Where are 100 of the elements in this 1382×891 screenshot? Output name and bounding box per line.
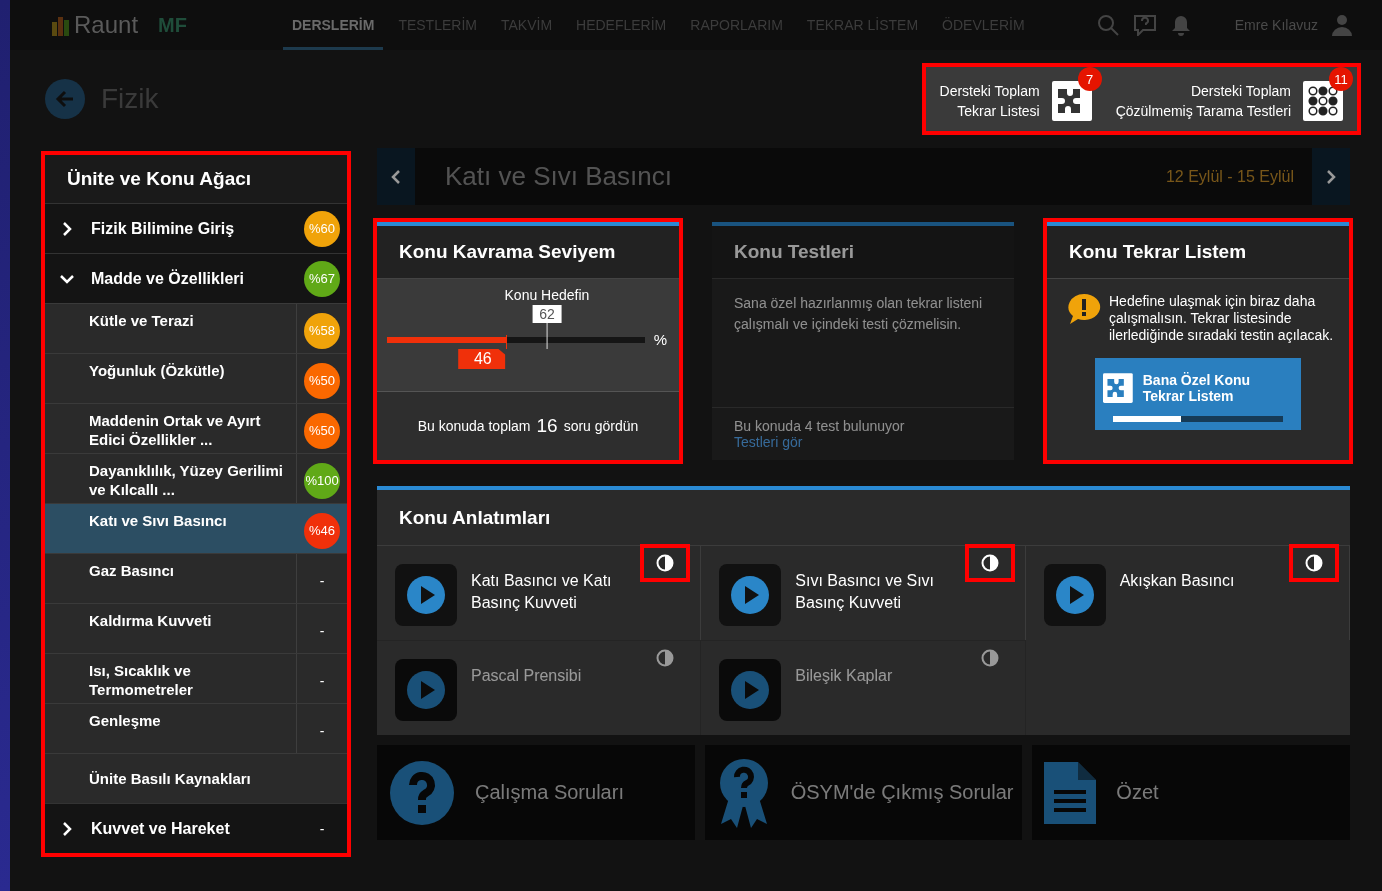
play-icon: [730, 575, 771, 615]
card-title: Konu Testleri: [712, 226, 1014, 279]
play-tile[interactable]: [719, 564, 782, 626]
card-text: Sana özel hazırlanmış olan tekrar listeni çalışmalı ve içindeki testi çözmelisin.: [733, 294, 984, 334]
topic-row[interactable]: Katı ve Sıvı Basıncı %46: [45, 503, 347, 553]
score-badge: %50: [304, 412, 340, 449]
section-label: MF: [158, 13, 187, 37]
lecture-item[interactable]: Sıvı Basıncı ve Sıvı Basınç Kuvveti: [701, 545, 1026, 640]
score-badge: %50: [304, 362, 340, 399]
lecture-title: Sıvı Basıncı ve Sıvı Basınç Kuvveti: [795, 571, 936, 613]
lecture-title: Bileşik Kaplar: [795, 666, 894, 686]
unit-label: Fizik Bilimine Giriş: [91, 219, 236, 238]
score-badge: %67: [304, 260, 340, 297]
document-icon: [1044, 761, 1097, 824]
topic-title: Katı ve Sıvı Basıncı: [444, 161, 673, 192]
lecture-item[interactable]: Bileşik Kaplar: [701, 640, 1026, 735]
panel-title: Konu Anlatımları: [398, 505, 552, 530]
score-badge: %60: [304, 210, 340, 247]
lecture-title: Pascal Prensibi: [471, 666, 583, 686]
seen-text: Bu konuda toplam: [417, 418, 531, 434]
unit-row[interactable]: Madde ve Özellikleri %67: [45, 253, 347, 303]
chevron-left-icon: [391, 169, 401, 184]
topic-row[interactable]: Dayanıklılık, Yüzey Gerilimi ve Kılcallı ... %100: [45, 453, 347, 503]
topic-label: Maddenin Ortak ve Ayırt Edici Özellikler ...: [88, 411, 262, 450]
toggle-button[interactable]: [640, 544, 691, 582]
nav-tab[interactable]: DERSLERİM: [282, 0, 384, 50]
test-count: Bu konuda 4 test bulunuyor: [734, 418, 905, 434]
panel-title: Ünite ve Konu Ağacı: [45, 155, 347, 203]
play-icon: [406, 575, 446, 615]
unit-label: Madde ve Özellikleri: [91, 269, 245, 288]
play-icon: [406, 670, 446, 710]
card-title: Konu Tekrar Listem: [1047, 226, 1349, 279]
unit-row[interactable]: Kuvvet ve Hareket -: [45, 803, 347, 853]
toggle-button[interactable]: [964, 544, 1015, 582]
seen-count: 16: [536, 415, 558, 437]
play-tile[interactable]: [719, 659, 782, 721]
lecture-item[interactable]: Pascal Prensibi: [377, 640, 702, 735]
topic-label: Katı ve Sıvı Basıncı: [88, 511, 228, 531]
score-badge: %46: [304, 512, 340, 549]
topic-row[interactable]: Kütle ve Terazi %58: [45, 303, 347, 353]
date-range: 12 Eylül - 15 Eylül: [1165, 167, 1294, 186]
level-value: 46: [457, 349, 506, 369]
back-arrow-icon: [55, 89, 75, 109]
resource-tile[interactable]: Özet: [1032, 745, 1350, 840]
score-badge: %58: [304, 312, 340, 349]
card-title: Konu Kavrama Seviyem: [377, 226, 679, 279]
stat-label: Çözülmemiş Tarama Testleri: [1115, 102, 1291, 121]
resource-tile[interactable]: Çalışma Soruları: [377, 745, 695, 840]
topic-label: Gaz Basıncı: [88, 561, 176, 581]
review-list-button[interactable]: Bana Özel Konu Tekrar Listem: [1095, 358, 1301, 430]
topic-row[interactable]: Isı, Sıcaklık ve Termometreler -: [45, 653, 347, 703]
play-tile[interactable]: [395, 659, 457, 721]
question-icon: [389, 759, 455, 826]
unit-row[interactable]: Fizik Bilimine Giriş %60: [45, 203, 347, 253]
topic-row[interactable]: Yoğunluk (Özkütle) %50: [45, 353, 347, 403]
half-circle-icon[interactable]: [1305, 554, 1323, 572]
play-icon: [730, 670, 771, 710]
resource-tile[interactable]: ÖSYM'de Çıkmış Sorular: [704, 745, 1023, 840]
play-icon: [1054, 575, 1095, 615]
chevron-right-icon: [1326, 169, 1336, 184]
logo-text: Raunt: [74, 11, 139, 39]
warning-bubble-icon: [1067, 293, 1101, 325]
warning-text: Hedefine ulaşmak için biraz daha çalışmalısın. Tekrar listesinde ilerlediğinde sıradaki testin açılacak.: [1109, 293, 1335, 344]
score-dash: -: [318, 572, 326, 589]
stat-label: Dersteki Toplam: [939, 82, 1040, 101]
topic-row[interactable]: Genleşme -: [45, 703, 347, 753]
topic-label: Yoğunluk (Özkütle): [88, 361, 226, 381]
topic-row[interactable]: Kaldırma Kuvveti -: [45, 603, 347, 653]
topic-label: Kaldırma Kuvveti: [88, 611, 213, 631]
count-badge: 11: [1329, 67, 1353, 91]
topic-label: Kütle ve Terazi: [88, 311, 195, 331]
count-badge: 7: [1077, 67, 1102, 91]
lecture-title: Katı Basıncı ve Katı Basınç Kuvveti: [471, 571, 613, 613]
stat-label: Tekrar Listesi: [956, 102, 1040, 121]
lecture-title: Akışkan Basıncı: [1119, 571, 1236, 591]
level-tick: [505, 335, 507, 349]
target-label: Konu Hedefin: [504, 287, 590, 303]
target-value: 62: [532, 305, 562, 323]
score-dash: -: [318, 672, 326, 689]
stat-label: Dersteki Toplam: [1189, 82, 1291, 101]
topic-label: Dayanıklılık, Yüzey Gerilimi ve Kılcallı ...: [88, 461, 284, 500]
lecture-item[interactable]: Akışkan Basıncı: [1025, 545, 1350, 640]
topic-row[interactable]: Gaz Basıncı -: [45, 553, 347, 603]
score-dash: -: [318, 622, 326, 639]
percent-sign: %: [653, 331, 667, 348]
logo-icon: [50, 14, 72, 36]
seen-text: soru gördün: [563, 418, 639, 434]
play-tile[interactable]: [1043, 564, 1106, 626]
score-badge: %100: [304, 462, 340, 499]
resource-row[interactable]: Ünite Basılı Kaynakları: [45, 753, 347, 803]
topic-row[interactable]: Maddenin Ortak ve Ayırt Edici Özellikler ... %50: [45, 403, 347, 453]
play-tile[interactable]: [395, 564, 457, 626]
unit-label: Kuvvet ve Hareket: [91, 819, 231, 838]
half-circle-icon[interactable]: [980, 554, 999, 572]
half-circle-icon[interactable]: [656, 554, 675, 572]
toggle-button[interactable]: [1289, 544, 1339, 582]
score-dash: -: [318, 722, 326, 739]
topic-label: Genleşme: [88, 711, 162, 731]
topic-label: Isı, Sıcaklık ve Termometreler: [88, 661, 194, 700]
lecture-item[interactable]: Katı Basıncı ve Katı Basınç Kuvveti: [377, 545, 702, 640]
